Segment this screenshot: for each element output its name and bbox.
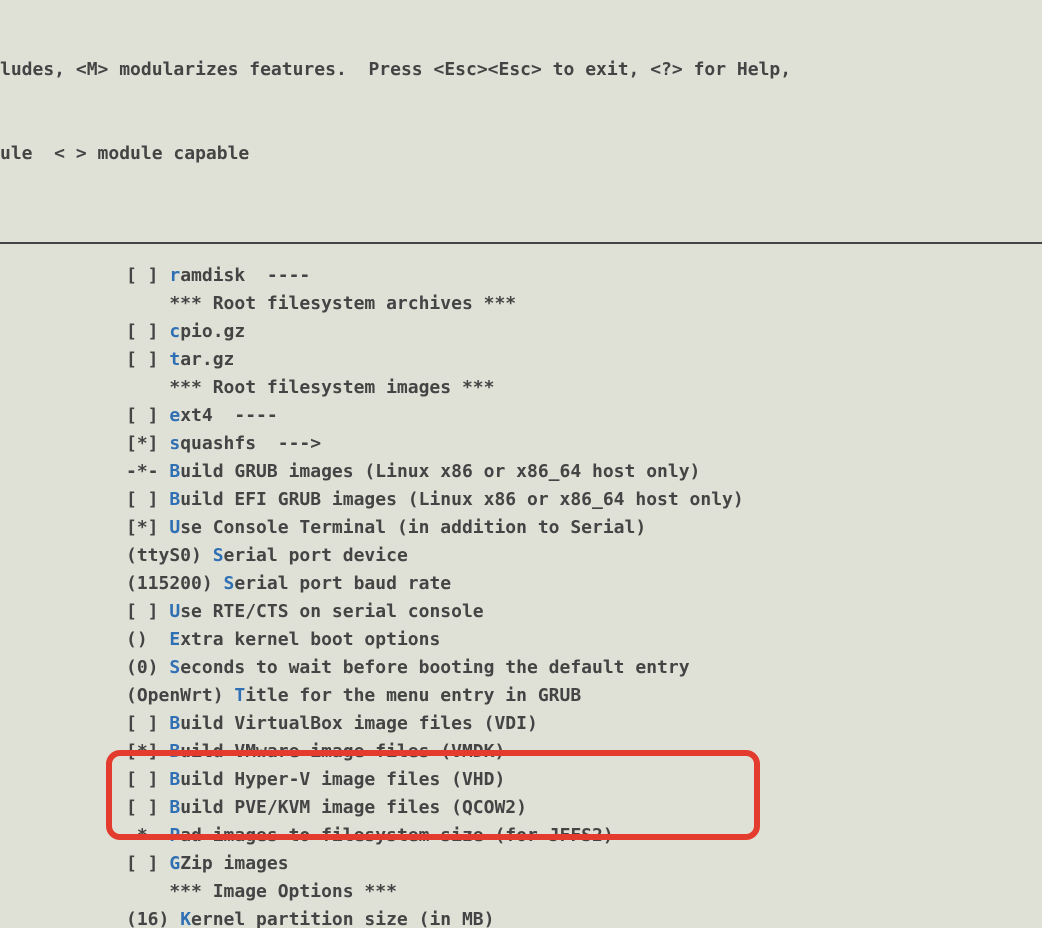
- label: ernel partition size (in MB): [191, 909, 494, 928]
- hint-line-1: ludes, <M> modularizes features. Press <…: [0, 56, 1042, 84]
- hotkey: U: [169, 517, 180, 538]
- label: uild Hyper-V image files (VHD): [180, 769, 505, 790]
- prefix: [ ]: [126, 321, 169, 342]
- label: ad images to filesystem size (for JFFS2): [180, 825, 613, 846]
- label: uild EFI GRUB images (Linux x86 or x86_6…: [180, 489, 744, 510]
- hotkey: T: [234, 685, 245, 706]
- menu-item[interactable]: (0) Seconds to wait before booting the d…: [126, 654, 1042, 682]
- prefix: [*]: [126, 433, 169, 454]
- label: erial port device: [224, 545, 408, 566]
- hotkey: B: [169, 797, 180, 818]
- hint-line-2: ule < > module capable: [0, 140, 1042, 168]
- menu-item[interactable]: [*] squashfs --->: [126, 430, 1042, 458]
- prefix: [ ]: [126, 797, 169, 818]
- menu-item[interactable]: [ ] cpio.gz: [126, 318, 1042, 346]
- label: xt4 ----: [180, 405, 278, 426]
- menu-list[interactable]: [ ] ramdisk ---- *** Root filesystem arc…: [0, 262, 1042, 928]
- prefix: [ ]: [126, 853, 169, 874]
- label: uild GRUB images (Linux x86 or x86_64 ho…: [180, 461, 700, 482]
- prefix: -*-: [126, 461, 169, 482]
- hotkey: r: [169, 265, 180, 286]
- menu-item[interactable]: [ ] Build PVE/KVM image files (QCOW2): [126, 794, 1042, 822]
- label: se Console Terminal (in addition to Seri…: [180, 517, 646, 538]
- menu-item[interactable]: [ ] Build EFI GRUB images (Linux x86 or …: [126, 486, 1042, 514]
- hotkey: E: [169, 629, 180, 650]
- menu-item[interactable]: [*] Use Console Terminal (in addition to…: [126, 514, 1042, 542]
- prefix: [ ]: [126, 601, 169, 622]
- hotkey: s: [169, 433, 180, 454]
- menu-item[interactable]: [ ] Use RTE/CTS on serial console: [126, 598, 1042, 626]
- hotkey: S: [224, 573, 235, 594]
- menu-item: *** Root filesystem images ***: [126, 374, 1042, 402]
- help-hints: ludes, <M> modularizes features. Press <…: [0, 0, 1042, 224]
- label: quashfs --->: [180, 433, 321, 454]
- hotkey: B: [169, 713, 180, 734]
- label: uild VMware image files (VMDK): [180, 741, 505, 762]
- menu-item[interactable]: [ ] GZip images: [126, 850, 1042, 878]
- prefix: [*]: [126, 517, 169, 538]
- prefix: (115200): [126, 573, 224, 594]
- hotkey: c: [169, 321, 180, 342]
- menu-item[interactable]: [*] Build VMware image files (VMDK): [126, 738, 1042, 766]
- menu-item[interactable]: [ ] ext4 ----: [126, 402, 1042, 430]
- label: erial port baud rate: [234, 573, 451, 594]
- menu-item[interactable]: (16) Kernel partition size (in MB): [126, 906, 1042, 928]
- prefix: (0): [126, 657, 169, 678]
- label: itle for the menu entry in GRUB: [245, 685, 581, 706]
- label: se RTE/CTS on serial console: [180, 601, 483, 622]
- label: Zip images: [180, 853, 288, 874]
- label: xtra kernel boot options: [180, 629, 440, 650]
- label: ar.gz: [180, 349, 234, 370]
- hotkey: B: [169, 741, 180, 762]
- hotkey: G: [169, 853, 180, 874]
- menu-item[interactable]: (115200) Serial port baud rate: [126, 570, 1042, 598]
- menu-item[interactable]: -*- Build GRUB images (Linux x86 or x86_…: [126, 458, 1042, 486]
- label: amdisk ----: [180, 265, 310, 286]
- hotkey: e: [169, 405, 180, 426]
- hotkey: B: [169, 769, 180, 790]
- hotkey: t: [169, 349, 180, 370]
- menu-item[interactable]: -*- Pad images to filesystem size (for J…: [126, 822, 1042, 850]
- prefix: [ ]: [126, 713, 169, 734]
- hotkey: B: [169, 489, 180, 510]
- menu-item[interactable]: (ttyS0) Serial port device: [126, 542, 1042, 570]
- prefix: [ ]: [126, 405, 169, 426]
- separator: [0, 242, 1042, 244]
- menu-item: *** Root filesystem archives ***: [126, 290, 1042, 318]
- hotkey: S: [169, 657, 180, 678]
- prefix: (16): [126, 909, 180, 928]
- prefix: [ ]: [126, 265, 169, 286]
- label: uild VirtualBox image files (VDI): [180, 713, 538, 734]
- hotkey: S: [213, 545, 224, 566]
- menu-item[interactable]: () Extra kernel boot options: [126, 626, 1042, 654]
- hotkey: K: [180, 909, 191, 928]
- prefix: [*]: [126, 741, 169, 762]
- menu-item[interactable]: [ ] Build Hyper-V image files (VHD): [126, 766, 1042, 794]
- label: pio.gz: [180, 321, 245, 342]
- prefix: [ ]: [126, 349, 169, 370]
- label: econds to wait before booting the defaul…: [180, 657, 689, 678]
- menu-item[interactable]: [ ] tar.gz: [126, 346, 1042, 374]
- prefix: -*-: [126, 825, 169, 846]
- hotkey: B: [169, 461, 180, 482]
- prefix: (OpenWrt): [126, 685, 234, 706]
- prefix: (ttyS0): [126, 545, 213, 566]
- prefix: [ ]: [126, 769, 169, 790]
- hotkey: U: [169, 601, 180, 622]
- menu-item[interactable]: [ ] ramdisk ----: [126, 262, 1042, 290]
- menu-item[interactable]: (OpenWrt) Title for the menu entry in GR…: [126, 682, 1042, 710]
- menu-item[interactable]: [ ] Build VirtualBox image files (VDI): [126, 710, 1042, 738]
- label: uild PVE/KVM image files (QCOW2): [180, 797, 527, 818]
- prefix: (): [126, 629, 169, 650]
- prefix: [ ]: [126, 489, 169, 510]
- hotkey: P: [169, 825, 180, 846]
- menu-item: *** Image Options ***: [126, 878, 1042, 906]
